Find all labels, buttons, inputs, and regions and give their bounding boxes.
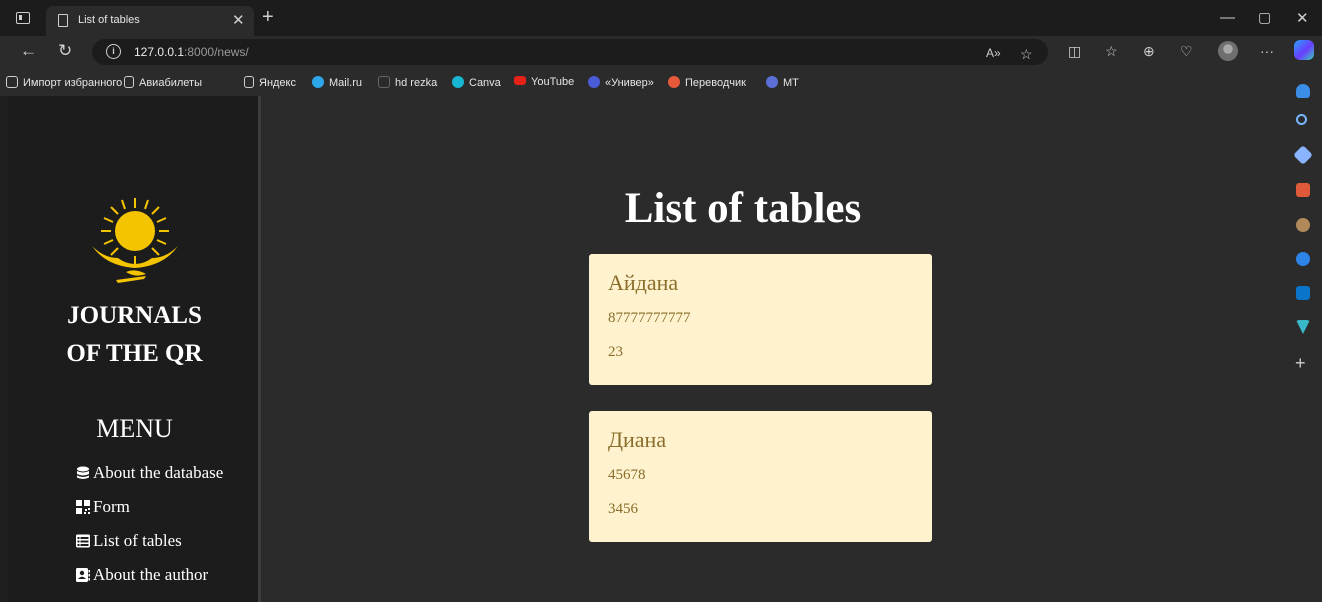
favorite-star-icon[interactable]: ☆ (1020, 46, 1033, 63)
close-window-button[interactable]: ✕ (1296, 9, 1309, 27)
back-button[interactable]: ← (20, 41, 37, 61)
web-page: JOURNALS OF THE QR MENU About the databa… (8, 96, 1284, 602)
page-icon (244, 76, 254, 88)
bookmarks-bar: Импорт избранного Авиабилеты Яндекс Mail… (0, 68, 1322, 96)
site-info-icon[interactable]: i (106, 44, 121, 59)
bookmark-import[interactable]: Импорт избранного (6, 76, 122, 89)
games-icon[interactable] (1296, 218, 1310, 232)
split-screen-icon[interactable]: ◫ (1068, 43, 1081, 60)
bookmark-mailru[interactable]: Mail.ru (312, 76, 362, 89)
record-phone: 87777777777 (608, 310, 691, 326)
bookmark-aviabilety[interactable]: Авиабилеты (124, 76, 202, 89)
youtube-icon (514, 76, 526, 85)
record-number: 3456 (608, 501, 638, 517)
record-name: Айдана (608, 270, 679, 295)
collections-icon[interactable]: ⊕ (1143, 43, 1155, 60)
menu-item-list-of-tables[interactable]: List of tables (76, 531, 182, 551)
bookmark-univer[interactable]: «Универ» (588, 76, 654, 89)
translator-icon (668, 76, 680, 88)
shopping-tag-icon[interactable] (1293, 145, 1313, 165)
teams-icon (766, 76, 778, 88)
url-text[interactable]: 127.0.0.1:8000/news/ (134, 45, 249, 59)
read-aloud-icon[interactable]: A» (986, 46, 1001, 60)
qr-icon (76, 500, 90, 514)
restore-button[interactable]: ▢ (1258, 9, 1271, 26)
new-tab-button[interactable]: + (262, 6, 274, 29)
mailru-icon (312, 76, 324, 88)
outlook-icon[interactable] (1296, 286, 1310, 300)
table-icon (76, 534, 90, 548)
tools-icon[interactable] (1296, 183, 1310, 197)
menu-heading: MENU (96, 414, 173, 443)
more-options-icon[interactable]: ··· (1260, 43, 1274, 59)
database-icon (77, 466, 89, 479)
page-icon (124, 76, 134, 88)
hdrezka-icon (378, 76, 390, 88)
record-name: Диана (608, 427, 667, 452)
tab-actions-icon[interactable] (16, 12, 30, 24)
bookmark-translator[interactable]: Переводчик (668, 76, 746, 89)
edge-sidebar: + (1284, 84, 1322, 602)
bookmark-canva[interactable]: Canva (452, 76, 501, 89)
copilot-icon[interactable] (1294, 40, 1314, 60)
menu-item-about-database[interactable]: About the database (76, 463, 223, 483)
record-card: Диана 45678 3456 (589, 411, 932, 542)
address-toolbar: ← ↻ i 127.0.0.1:8000/news/ A» ☆ ◫ ☆ ⊕ ♡ … (0, 36, 1322, 68)
tab-close-icon[interactable]: ✕ (232, 11, 245, 29)
menu-item-form[interactable]: Form (76, 497, 130, 517)
bookmark-yandex[interactable]: Яндекс (244, 76, 296, 89)
import-icon (6, 76, 18, 88)
drop-icon[interactable] (1296, 320, 1310, 334)
site-sidebar: JOURNALS OF THE QR MENU About the databa… (8, 96, 261, 602)
search-icon[interactable] (1296, 114, 1307, 125)
record-number: 23 (608, 344, 623, 360)
page-icon (58, 14, 68, 27)
contact-card-icon (76, 568, 90, 582)
url-bar[interactable]: i 127.0.0.1:8000/news/ A» ☆ (92, 39, 1048, 65)
copilot-sidebar-icon[interactable] (1296, 252, 1310, 266)
brand-title-line1: JOURNALS (67, 302, 202, 329)
active-tab[interactable]: List of tables ✕ (46, 6, 254, 36)
profile-avatar[interactable] (1218, 41, 1238, 61)
add-sidebar-app-icon[interactable]: + (1295, 353, 1306, 374)
refresh-button[interactable]: ↻ (58, 41, 72, 61)
browser-tab-bar: List of tables ✕ + — ▢ ✕ (0, 0, 1322, 36)
kazakhstan-emblem-logo (92, 198, 178, 283)
menu-item-about-author[interactable]: About the author (76, 565, 208, 585)
bookmark-mt[interactable]: MT (766, 76, 799, 89)
performance-icon[interactable]: ♡ (1180, 43, 1193, 60)
page-title: List of tables (624, 185, 862, 232)
notification-bell-icon[interactable] (1296, 84, 1310, 98)
univer-icon (588, 76, 600, 88)
canva-icon (452, 76, 464, 88)
favorites-icon[interactable]: ☆ (1105, 43, 1118, 60)
minimize-button[interactable]: — (1220, 9, 1235, 26)
bookmark-hdrezka[interactable]: hd rezka (378, 76, 437, 89)
bookmark-youtube[interactable]: YouTube (514, 76, 574, 88)
brand-title-line2: OF THE QR (66, 340, 203, 367)
tab-title: List of tables (78, 14, 140, 26)
record-phone: 45678 (608, 467, 646, 483)
record-card: Айдана 87777777777 23 (589, 254, 932, 385)
